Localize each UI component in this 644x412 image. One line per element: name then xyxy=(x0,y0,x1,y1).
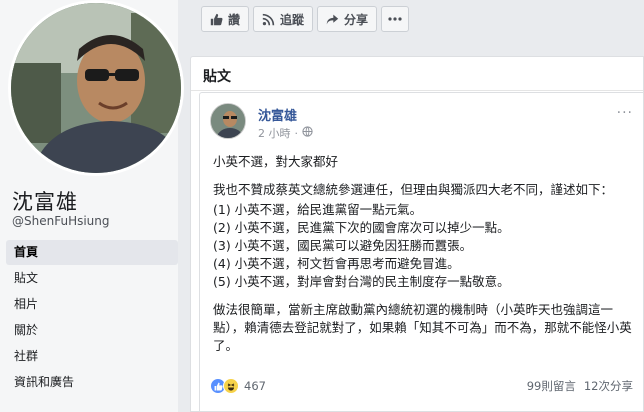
post-engagement-bar: 467 99則留言 12次分享 xyxy=(210,375,633,397)
page-nav: 首頁 貼文 相片 關於 社群 資訊和廣告 xyxy=(6,240,178,396)
post-author-name[interactable]: 沈富雄 xyxy=(258,105,297,124)
like-page-label: 讚 xyxy=(228,12,241,27)
follow-button[interactable]: 追蹤 xyxy=(253,6,314,32)
nav-item-community[interactable]: 社群 xyxy=(6,344,178,369)
author-photo xyxy=(211,104,245,138)
post-point: (5) 小英不選，對岸會對台灣的民主制度存一點敬意。 xyxy=(213,274,510,289)
globe-icon xyxy=(302,126,313,140)
post-headline: 小英不選，對大家都好 xyxy=(213,154,339,169)
like-page-button[interactable]: 讚 xyxy=(201,6,250,32)
share-arrow-icon xyxy=(326,13,339,26)
post-point: (2) 小英不選，民進黨下次的國會席次可以掉少一點。 xyxy=(213,220,510,235)
nav-item-posts[interactable]: 貼文 xyxy=(6,266,178,291)
post-intro: 我也不贊成蔡英文總統參選連任，但理由與獨派四大老不同，謹述如下： xyxy=(213,182,614,197)
nav-item-photos[interactable]: 相片 xyxy=(6,292,178,317)
post-point: (4) 小英不選，柯文哲會再思考而避免冒進。 xyxy=(213,256,460,271)
reaction-summary[interactable]: 467 xyxy=(210,378,266,394)
comments-count-link[interactable]: 99則留言 xyxy=(527,378,576,394)
profile-handle[interactable]: @ShenFuHsiung xyxy=(12,214,110,228)
share-label: 分享 xyxy=(344,12,369,27)
more-actions-button[interactable] xyxy=(381,6,410,32)
post-options-button[interactable]: ··· xyxy=(617,105,633,121)
post-timestamp[interactable]: 2 小時 xyxy=(258,125,291,141)
meta-separator: · xyxy=(294,126,299,140)
thumbs-up-icon xyxy=(210,13,223,26)
profile-sidebar: 沈富雄 @ShenFuHsiung 首頁 貼文 相片 關於 社群 資訊和廣告 xyxy=(0,0,184,412)
nav-item-home[interactable]: 首頁 xyxy=(6,240,178,265)
haha-reaction-icon xyxy=(223,378,239,394)
divider xyxy=(191,90,643,91)
more-dots-icon xyxy=(388,17,402,21)
shares-count-link[interactable]: 12次分享 xyxy=(584,378,633,394)
follow-label: 追蹤 xyxy=(280,12,305,27)
post-point: (3) 小英不選，國民黨可以避免因狂勝而囂張。 xyxy=(213,238,473,253)
post-author-avatar[interactable] xyxy=(210,103,246,139)
share-button[interactable]: 分享 xyxy=(317,6,378,32)
post-point: (1) 小英不選，給民進黨留一點元氣。 xyxy=(213,202,423,217)
nav-item-about[interactable]: 關於 xyxy=(6,318,178,343)
post-body: 小英不選，對大家都好 我也不贊成蔡英文總統參選連任，但理由與獨派四大老不同，謹述… xyxy=(213,153,633,365)
engagement-stats: 99則留言 12次分享 xyxy=(527,378,633,394)
page-action-bar: 讚 追蹤 分享 xyxy=(201,6,410,32)
nav-item-info-ads[interactable]: 資訊和廣告 xyxy=(6,370,178,395)
post-card: 沈富雄 2 小時 · ··· 小英不選，對大家都好 我也不贊成蔡英文總統參選連任… xyxy=(199,92,644,412)
profile-avatar[interactable] xyxy=(8,0,184,176)
profile-name[interactable]: 沈富雄 xyxy=(12,186,78,216)
post-meta: 2 小時 · xyxy=(258,125,313,141)
posts-section-title: 貼文 xyxy=(203,69,231,85)
post-conclusion: 做法很簡單，當新主席啟動黨內總統初選的機制時（小英昨天也強調這一點），賴清德去登… xyxy=(213,302,632,353)
reaction-count: 467 xyxy=(244,379,266,393)
post-points: (1) 小英不選，給民進黨留一點元氣。 (2) 小英不選，民進黨下次的國會席次可… xyxy=(213,201,633,291)
rss-follow-icon xyxy=(262,13,275,26)
profile-photo xyxy=(11,3,181,173)
